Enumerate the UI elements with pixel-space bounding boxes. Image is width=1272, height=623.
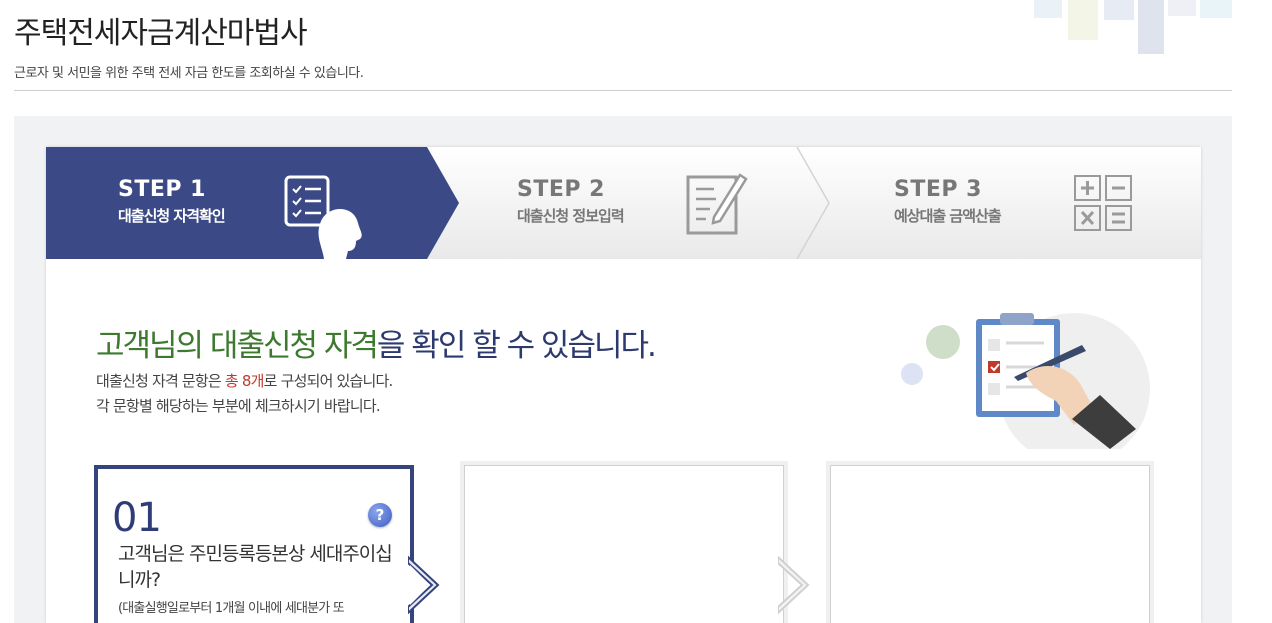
intro-line-1: 대출신청 자격 문항은 총 8개로 구성되어 있습니다. [96, 369, 393, 394]
intro-title-highlight: 고객님의 대출신청 자격 [96, 328, 379, 364]
help-icon[interactable]: ? [368, 503, 392, 527]
decorative-blocks [1034, 0, 1232, 54]
chevron-right-icon [408, 555, 440, 615]
intro-line-1-c: 로 구성되어 있습니다. [263, 372, 394, 390]
question-card-03[interactable] [830, 465, 1150, 623]
question-card-02[interactable] [464, 465, 784, 623]
step-3[interactable]: STEP 3 예상대출 금액산출 [836, 147, 1201, 259]
wizard-card: STEP 1 대출신청 자격확인 STEP 2 대출신청 정보입력 STEP 3… [46, 147, 1201, 623]
step-3-number: STEP 3 [894, 177, 982, 202]
intro-title: 고객님의 대출신청 자격을 확인 할 수 있습니다. [96, 320, 657, 365]
question-count: 총 8개 [224, 372, 265, 390]
page-header: 주택전세자금계산마법사 근로자 및 서민을 위한 주택 전세 자금 한도를 조회… [14, 8, 364, 81]
question-note: (대출실행일로부터 1개월 이내에 세대분가 또 [118, 601, 345, 616]
step-3-label: 예상대출 금액산출 [894, 207, 1002, 225]
step-2-label: 대출신청 정보입력 [517, 207, 625, 225]
question-number: 01 [112, 495, 162, 541]
document-pen-icon [686, 173, 748, 235]
step-1-label: 대출신청 자격확인 [118, 207, 226, 225]
step-2[interactable]: STEP 2 대출신청 정보입력 [456, 147, 826, 259]
step-1[interactable]: STEP 1 대출신청 자격확인 [46, 147, 456, 259]
intro-description: 대출신청 자격 문항은 총 8개로 구성되어 있습니다. 각 문항별 해당하는 … [96, 369, 393, 419]
step-2-number: STEP 2 [517, 177, 605, 202]
step-bar: STEP 1 대출신청 자격확인 STEP 2 대출신청 정보입력 STEP 3… [46, 147, 1201, 259]
intro-title-rest: 을 확인 할 수 있습니다. [376, 328, 657, 364]
question-text: 고객님은 주민등록등본상 세대주이십니까? [118, 543, 393, 591]
page-subtitle: 근로자 및 서민을 위한 주택 전세 자금 한도를 조회하실 수 있습니다. [14, 66, 364, 81]
calculator-icon [1074, 175, 1132, 231]
checklist-person-icon [284, 175, 362, 259]
intro-line-1-a: 대출신청 자격 문항은 [96, 372, 225, 390]
page-title: 주택전세자금계산마법사 [14, 16, 308, 51]
step-1-number: STEP 1 [118, 177, 206, 202]
clipboard-illustration [901, 313, 1150, 449]
intro-line-2: 각 문항별 해당하는 부분에 체크하시기 바랍니다. [96, 397, 381, 415]
question-card-01[interactable]: 01 ? 고객님은 주민등록등본상 세대주이십니까? (대출실행일로부터 1개월… [94, 465, 414, 623]
chevron-right-icon [778, 555, 810, 615]
header-divider [14, 90, 1232, 91]
